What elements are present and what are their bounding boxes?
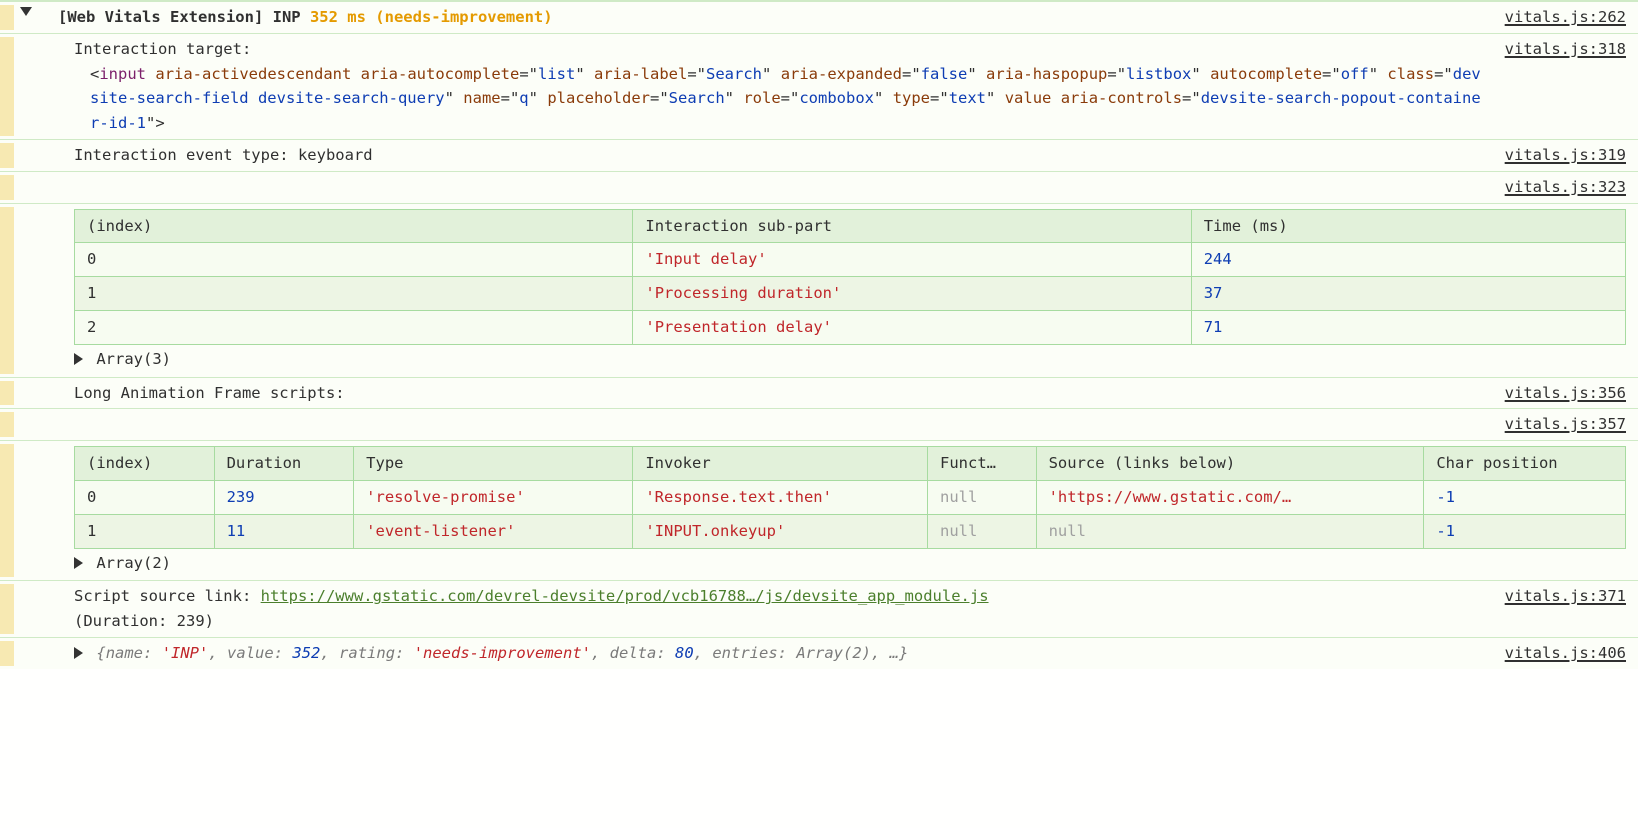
source-link[interactable]: vitals.js:357 [1485, 412, 1626, 437]
table-header: Invoker [633, 447, 928, 481]
source-link[interactable]: vitals.js:406 [1485, 641, 1626, 666]
source-link[interactable]: vitals.js:371 [1485, 584, 1626, 609]
object-summary[interactable]: {name: 'INP', value: 352, rating: 'needs… [74, 641, 1485, 666]
table-header: Char position [1424, 447, 1626, 481]
script-source-duration: (Duration: 239) [74, 612, 214, 630]
script-source-label: Script source link: [74, 587, 261, 605]
table-row: 111'event-listener''INPUT.onkeyup'nullnu… [75, 514, 1626, 548]
table-row: 0'Input delay'244 [75, 243, 1626, 277]
console-header-prefix: [Web Vitals Extension] INP [58, 8, 310, 26]
table-header: Funct… [928, 447, 1037, 481]
source-link[interactable]: vitals.js:318 [1485, 37, 1626, 62]
table-header: (index) [75, 209, 633, 243]
table-header: Interaction sub-part [633, 209, 1191, 243]
expand-toggle[interactable] [14, 5, 58, 16]
table-header: Time (ms) [1191, 209, 1625, 243]
source-link[interactable]: vitals.js:319 [1485, 143, 1626, 168]
console-text: Interaction event type: keyboard [74, 143, 1485, 168]
source-link[interactable]: vitals.js:262 [1485, 5, 1626, 30]
table-array-summary[interactable]: Array(2) [74, 549, 1626, 576]
console-header-value: 352 ms (needs-improvement) [310, 8, 553, 26]
source-link[interactable]: vitals.js:356 [1485, 381, 1626, 406]
table-array-summary[interactable]: Array(3) [74, 345, 1626, 372]
chevron-right-icon [74, 557, 83, 569]
script-source-url[interactable]: https://www.gstatic.com/devrel-devsite/p… [261, 587, 989, 605]
interaction-target-element: <input aria-activedescendant aria-autoco… [74, 62, 1485, 136]
console-table: (index)DurationTypeInvokerFunct…Source (… [74, 446, 1626, 548]
console-table: (index)Interaction sub-partTime (ms)0'In… [74, 209, 1626, 345]
chevron-right-icon [74, 647, 83, 659]
table-header: Source (links below) [1036, 447, 1424, 481]
chevron-right-icon [74, 353, 83, 365]
chevron-down-icon [20, 7, 32, 16]
table-row: 1'Processing duration'37 [75, 277, 1626, 311]
table-header: (index) [75, 447, 215, 481]
table-row: 0239'resolve-promise''Response.text.then… [75, 480, 1626, 514]
source-link[interactable]: vitals.js:323 [1485, 175, 1626, 200]
console-text: Long Animation Frame scripts: [74, 381, 1485, 406]
table-header: Type [354, 447, 633, 481]
table-header: Duration [214, 447, 354, 481]
interaction-target-label: Interaction target: [74, 37, 1485, 62]
table-row: 2'Presentation delay'71 [75, 310, 1626, 344]
